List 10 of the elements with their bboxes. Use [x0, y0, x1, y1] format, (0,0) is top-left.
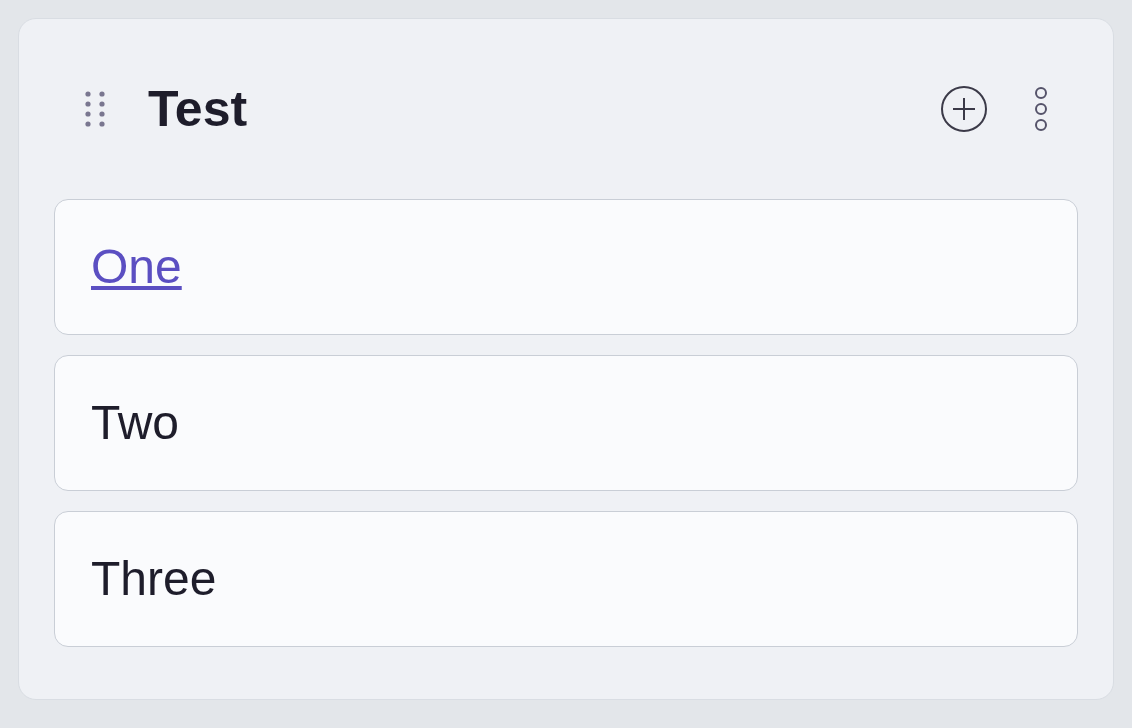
item-label: Two: [91, 395, 180, 451]
add-icon[interactable]: [940, 85, 988, 133]
item-label: Three: [91, 551, 217, 607]
list-item[interactable]: Three: [54, 511, 1078, 647]
list-item[interactable]: One: [54, 199, 1078, 335]
drag-handle-icon[interactable]: [84, 90, 108, 128]
list-item[interactable]: Two: [54, 355, 1078, 491]
item-link[interactable]: One: [91, 231, 182, 303]
more-options-icon[interactable]: [1034, 86, 1048, 132]
list-title: Test: [148, 79, 248, 139]
